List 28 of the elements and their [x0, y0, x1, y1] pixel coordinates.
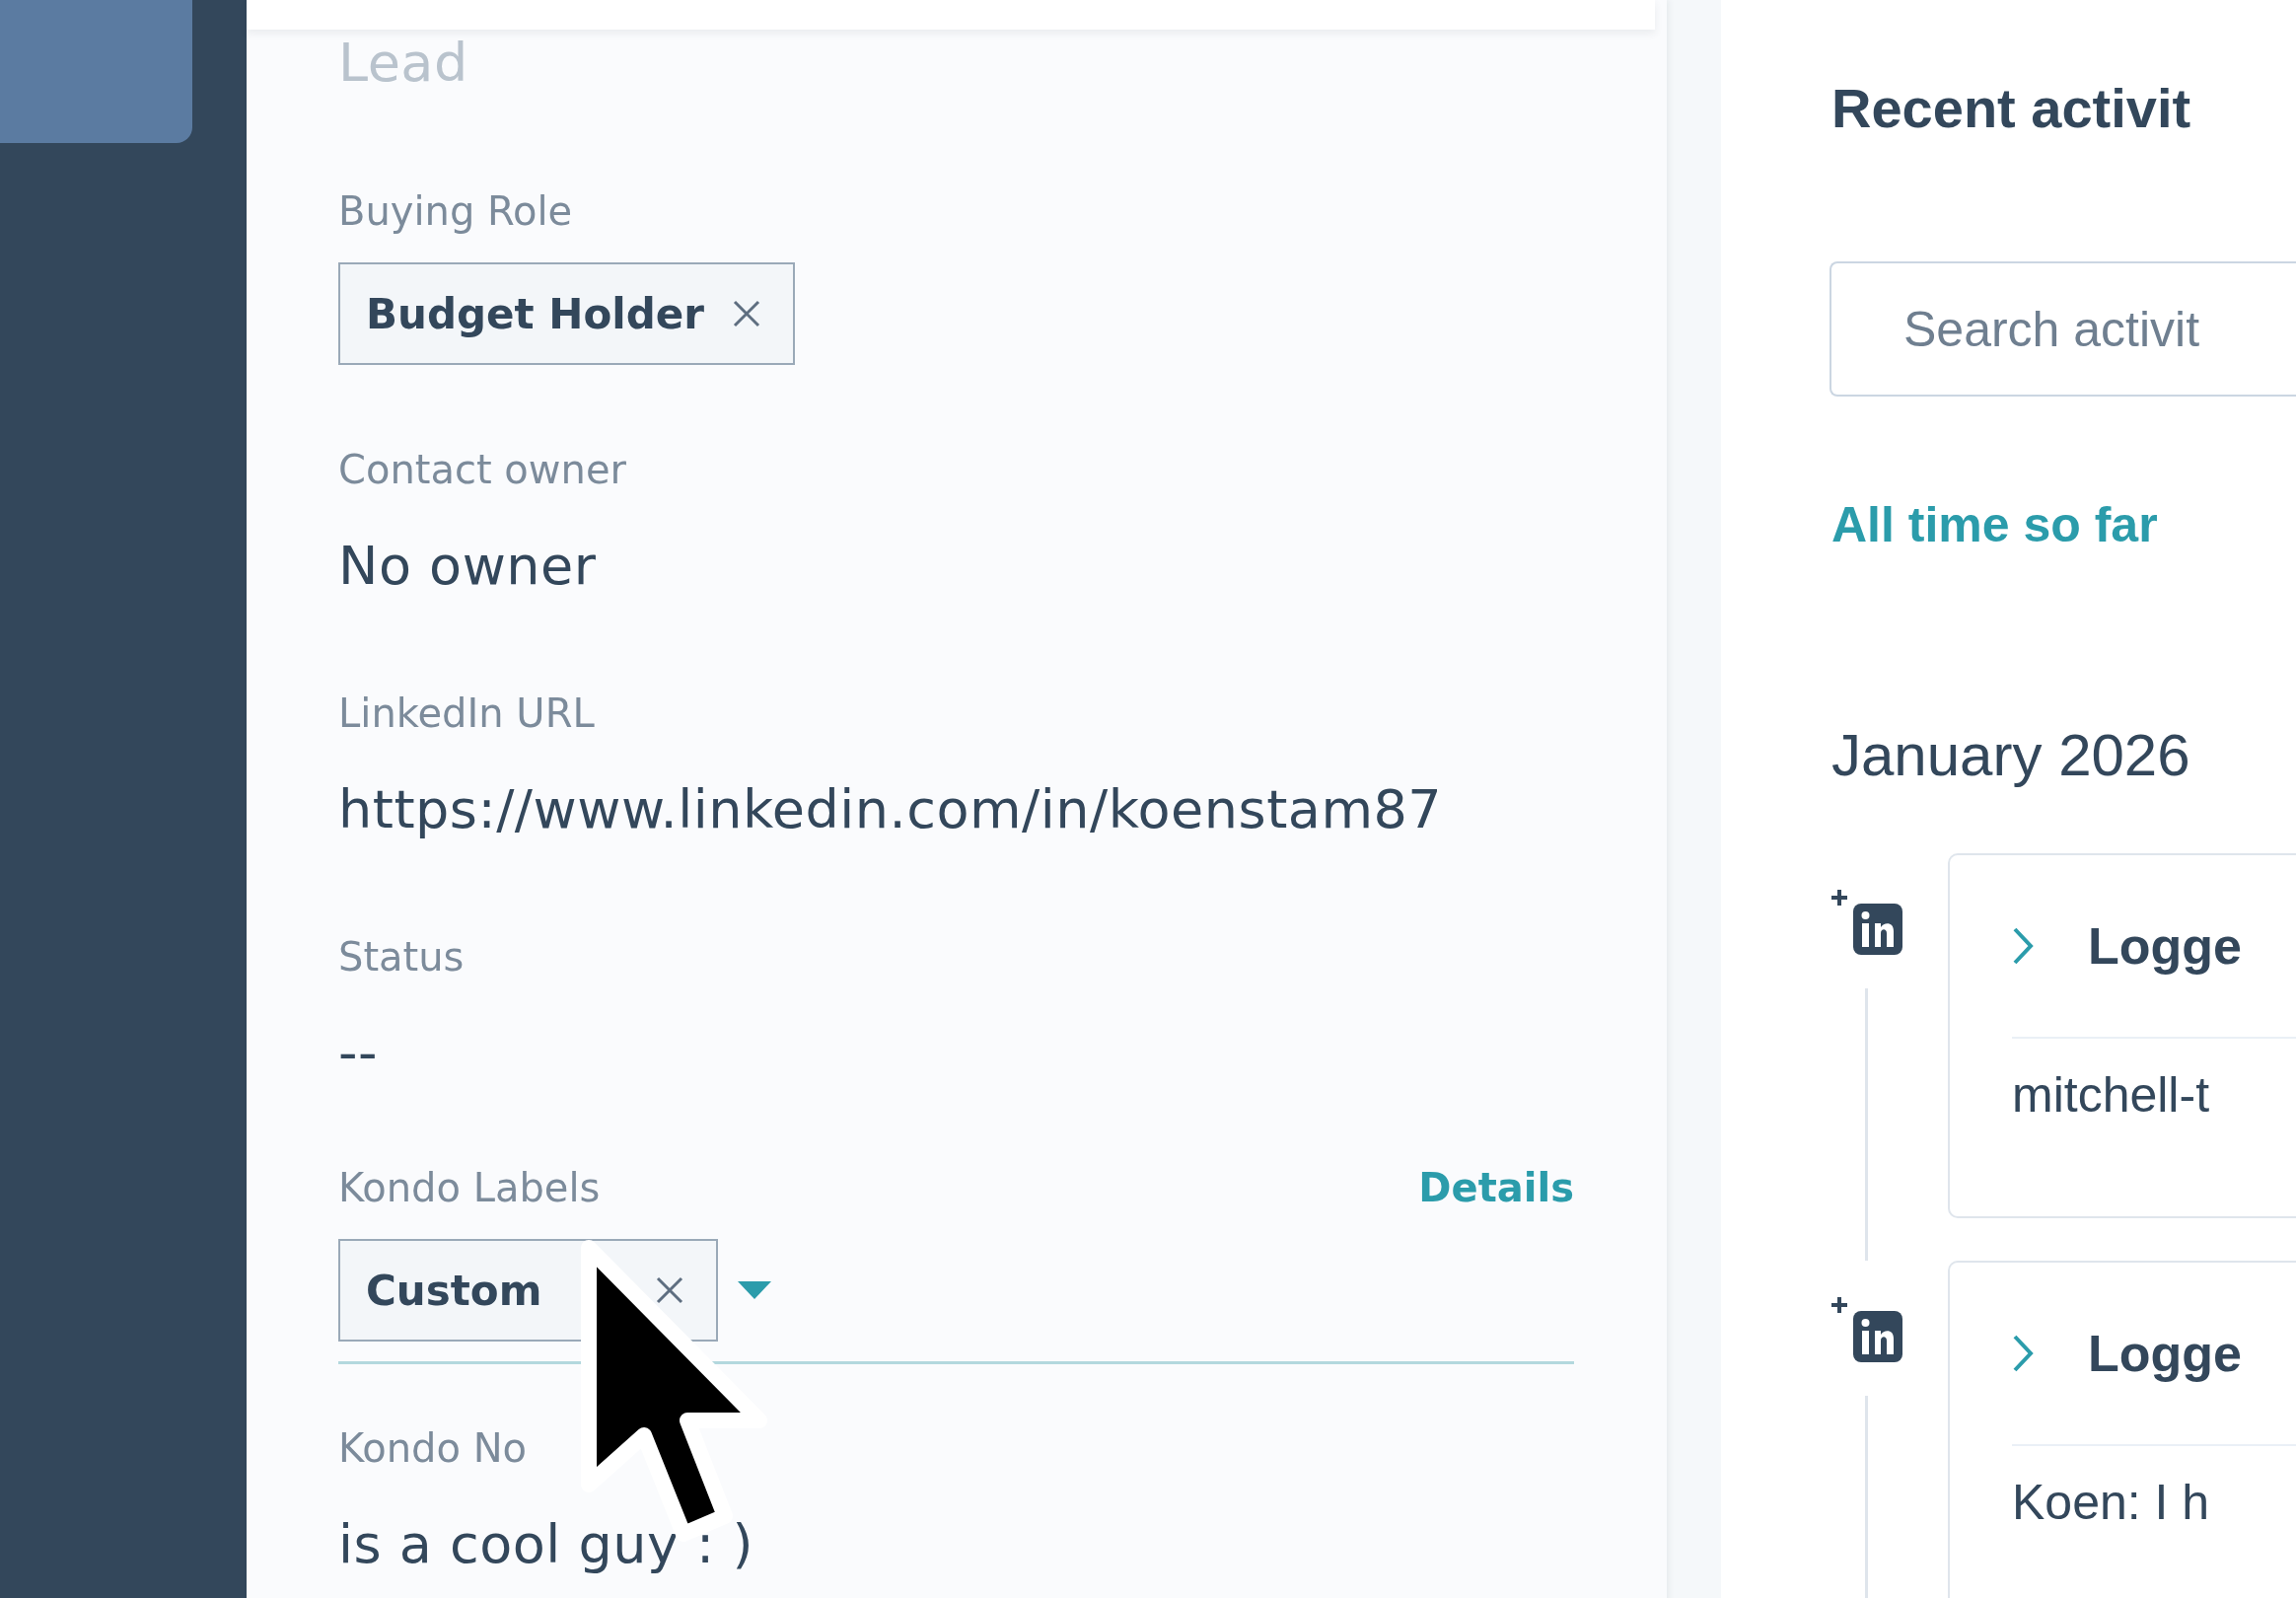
remove-tag-button[interactable] — [731, 299, 761, 328]
search-field[interactable]: Search activit — [1830, 261, 2296, 397]
field-value: No owner — [338, 537, 598, 596]
activity-header[interactable]: Logge — [2012, 855, 2296, 1039]
activity-header[interactable]: Logge — [2012, 1263, 2296, 1446]
chevron-right-icon — [2012, 1334, 2034, 1373]
field-label: Buying Role — [338, 187, 574, 236]
activity-text: mitchell-t — [2012, 1066, 2211, 1125]
field-label: LinkedIn URL — [338, 690, 596, 738]
remove-tag-button[interactable] — [655, 1275, 685, 1305]
field-value: Lead — [338, 34, 469, 93]
tag-label: Custom — [366, 1266, 542, 1315]
field-value: is a cool guy : ) — [338, 1515, 755, 1574]
field-label: Contact owner — [338, 446, 627, 494]
field-label: Kondo No — [338, 1424, 529, 1473]
close-icon — [655, 1275, 685, 1305]
field-label: Status — [338, 933, 466, 981]
close-icon — [731, 299, 761, 328]
field-value: https://www.linkedin.com/in/koenstam87 — [338, 780, 1444, 839]
activity-text: Koen: I h — [2012, 1474, 2211, 1532]
section-title: Recent activit — [1831, 76, 2192, 141]
nav-tile[interactable] — [0, 0, 192, 143]
field-label: Kondo Labels — [338, 1164, 601, 1212]
dropdown-caret-icon[interactable] — [738, 1281, 772, 1299]
chevron-right-icon — [2012, 926, 2034, 966]
tag-label: Budget Holder — [366, 289, 704, 338]
month-heading: January 2026 — [1831, 721, 2191, 790]
field-value: -- — [338, 1024, 379, 1083]
